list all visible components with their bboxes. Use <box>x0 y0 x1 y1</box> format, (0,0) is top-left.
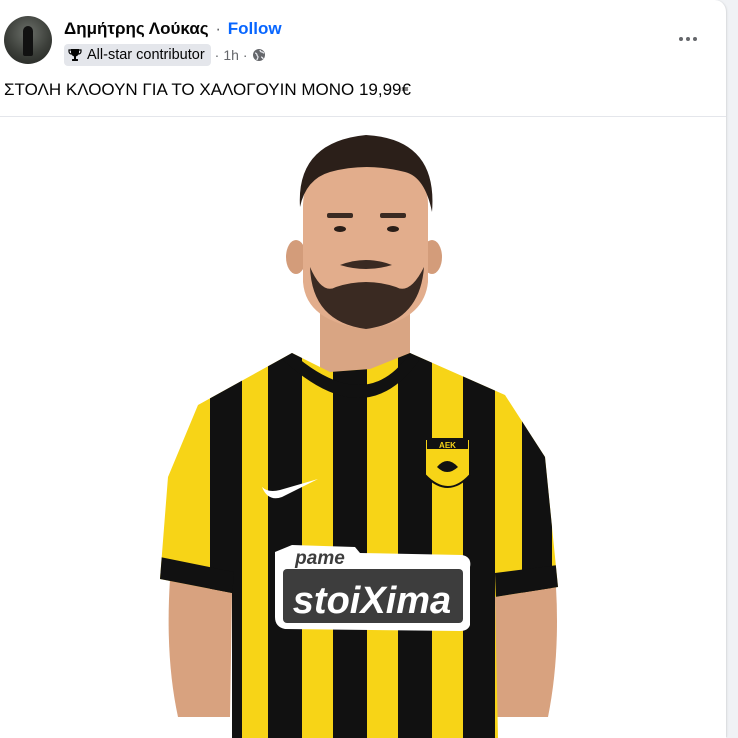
author-name[interactable]: Δημήτρης Λούκας <box>64 19 209 38</box>
author-avatar[interactable] <box>4 16 52 64</box>
player-illustration: ΑΕΚ pame stoiXima <box>160 135 558 738</box>
trophy-icon <box>68 49 82 61</box>
sponsor-top: pame <box>294 548 345 569</box>
post-time[interactable]: 1h <box>223 47 239 63</box>
post-caption: ΣΤΟΛΗ ΚΛΟΟΥΝ ΓΙΑ ΤΟ ΧΑΛΟΓΟΥΙΝ ΜΟΝΟ 19,99… <box>4 80 411 99</box>
crest-text: ΑΕΚ <box>439 441 456 450</box>
globe-icon[interactable] <box>252 48 266 62</box>
post-photo[interactable]: ΑΕΚ pame stoiXima <box>0 116 726 738</box>
separator-dot: · <box>215 19 222 38</box>
more-options-icon[interactable] <box>676 28 700 50</box>
meta-separator: · <box>242 47 248 63</box>
post-meta: All-star contributor · 1h · <box>64 44 266 66</box>
post-card: Δημήτρης Λούκας · Follow All-star contri… <box>0 0 727 738</box>
follow-button[interactable]: Follow <box>228 19 282 38</box>
meta-separator: · <box>214 47 220 63</box>
badge-label: All-star contributor <box>87 47 205 63</box>
contributor-badge[interactable]: All-star contributor <box>64 44 211 66</box>
sponsor-main: stoiXima <box>293 580 451 622</box>
author-line: Δημήτρης Λούκας · Follow <box>64 18 282 40</box>
